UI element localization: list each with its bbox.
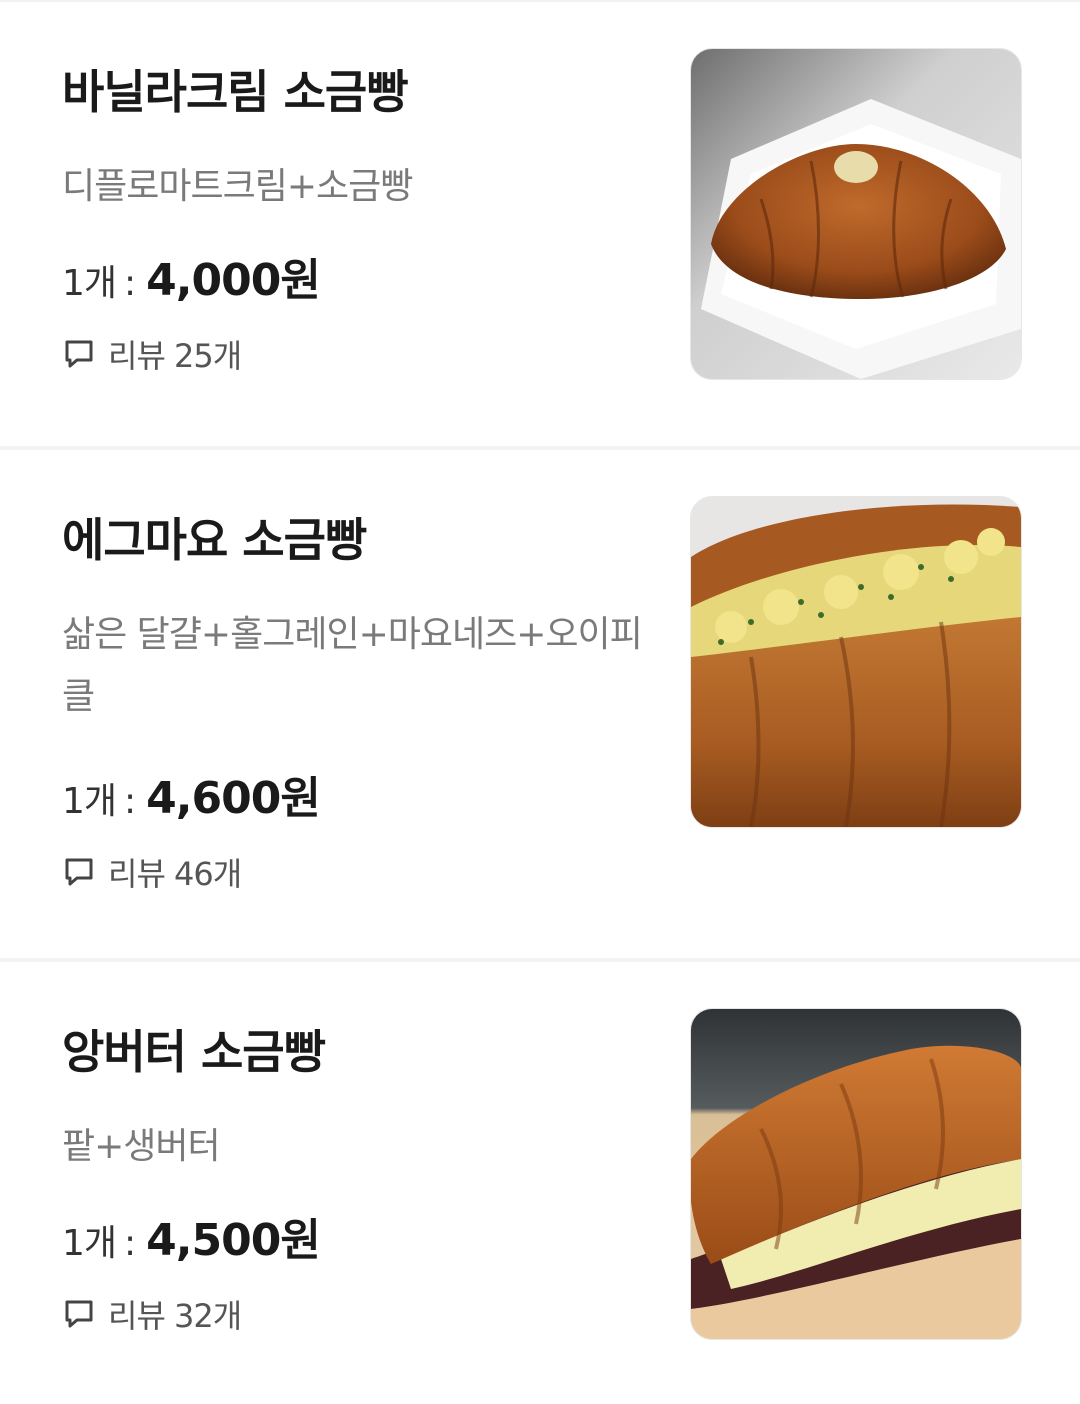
menu-item[interactable]: 바닐라크림 소금빵 디플로마트크림+소금빵 1개 : 4,000원 리뷰 25개 (0, 2, 1080, 450)
price-row: 1개 : 4,500원 (62, 1204, 662, 1266)
review-count: 리뷰 25개 (108, 337, 242, 375)
price-separator: : (124, 1223, 137, 1264)
review-link[interactable]: 리뷰 46개 (62, 852, 662, 893)
vanilla-cream-salt-bread-photo[interactable] (690, 48, 1022, 380)
price-row: 1개 : 4,000원 (62, 244, 662, 306)
menu-item-name: 에그마요 소금빵 (62, 513, 367, 567)
menu-item-name: 앙버터 소금빵 (62, 1025, 326, 1079)
menu-item-description: 디플로마트크림+소금빵 (62, 166, 413, 207)
review-count: 리뷰 46개 (108, 855, 242, 893)
menu-item-name: 바닐라크림 소금빵 (62, 65, 409, 119)
quantity-label: 1개 (62, 781, 117, 822)
price: 4,600원 (146, 773, 321, 824)
menu-item-info: 바닐라크림 소금빵 디플로마트크림+소금빵 1개 : 4,000원 리뷰 25개 (62, 62, 662, 375)
price-separator: : (124, 781, 137, 822)
quantity-label: 1개 (62, 263, 117, 304)
menu-item-info: 에그마요 소금빵 삶은 달걀+홀그레인+마요네즈+오이피클 1개 : 4,600… (62, 510, 662, 893)
review-link[interactable]: 리뷰 32개 (62, 1294, 662, 1335)
menu-item-description: 팥+생버터 (62, 1126, 221, 1167)
price: 4,000원 (146, 255, 321, 306)
price: 4,500원 (146, 1215, 321, 1266)
menu-item[interactable]: 앙버터 소금빵 팥+생버터 1개 : 4,500원 리뷰 32개 (0, 962, 1080, 1402)
product-image (691, 1009, 1021, 1339)
egg-mayo-salt-bread-photo[interactable] (690, 496, 1022, 828)
menu-item-description: 삶은 달걀+홀그레인+마요네즈+오이피클 (62, 614, 643, 717)
review-count: 리뷰 32개 (108, 1297, 242, 1335)
product-image (691, 49, 1021, 379)
speech-bubble-icon (65, 1300, 93, 1328)
speech-bubble-icon (65, 858, 93, 886)
red-bean-butter-salt-bread-photo[interactable] (690, 1008, 1022, 1340)
menu-item[interactable]: 에그마요 소금빵 삶은 달걀+홀그레인+마요네즈+오이피클 1개 : 4,600… (0, 450, 1080, 962)
menu-item-info: 앙버터 소금빵 팥+생버터 1개 : 4,500원 리뷰 32개 (62, 1022, 662, 1335)
price-row: 1개 : 4,600원 (62, 762, 662, 824)
price-separator: : (124, 263, 137, 304)
speech-bubble-icon (65, 340, 93, 368)
quantity-label: 1개 (62, 1223, 117, 1264)
product-image (691, 497, 1021, 827)
review-link[interactable]: 리뷰 25개 (62, 334, 662, 375)
